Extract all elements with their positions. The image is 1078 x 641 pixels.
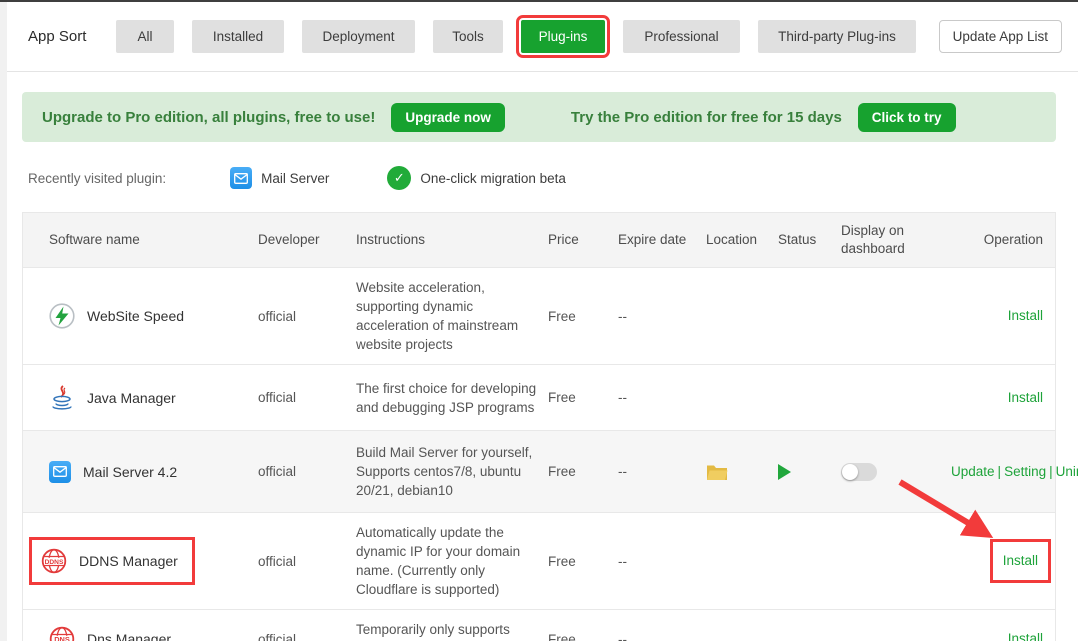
check-icon: ✓ (387, 166, 411, 190)
app-instructions: The first choice for developing and debu… (356, 365, 548, 430)
app-sort-label: App Sort (28, 28, 116, 45)
app-expire-date: -- (618, 268, 706, 364)
recently-visited-label: Recently visited plugin: (28, 171, 166, 186)
app-developer: official (258, 431, 356, 512)
recent-plugin-label: One-click migration beta (420, 171, 566, 186)
app-expire-date: -- (618, 513, 706, 609)
table-header-row: Software name Developer Instructions Pri… (23, 213, 1055, 267)
col-location: Location (706, 213, 778, 267)
app-name: WebSite Speed (87, 308, 184, 324)
install-link[interactable]: Install (1008, 306, 1043, 326)
col-instructions: Instructions (356, 213, 548, 267)
annotation-box-install: Install (990, 539, 1051, 583)
filter-tools-button[interactable]: Tools (433, 20, 503, 53)
ddns-manager-icon: DDNS (41, 548, 67, 574)
update-app-list-button[interactable]: Update App List (939, 20, 1062, 53)
page-left-gutter (0, 2, 7, 641)
app-instructions: Website acceleration, supporting dynamic… (356, 268, 548, 364)
table-row-ddns-manager: DDNS DDNS Manager official Automatically… (23, 512, 1055, 609)
setting-link[interactable]: Setting (1004, 464, 1046, 479)
app-name: DDNS Manager (79, 553, 178, 569)
upgrade-message: Upgrade to Pro edition, all plugins, fre… (42, 109, 375, 126)
mail-icon (230, 167, 252, 189)
table-row-website-speed: WebSite Speed official Website accelerat… (23, 267, 1055, 364)
annotation-box-ddns: DDNS DDNS Manager (29, 537, 195, 585)
install-link[interactable]: Install (1003, 553, 1038, 568)
col-price: Price (548, 213, 618, 267)
pro-upgrade-banner: Upgrade to Pro edition, all plugins, fre… (22, 92, 1056, 142)
col-software-name: Software name (23, 213, 258, 267)
filter-deployment-button[interactable]: Deployment (302, 20, 415, 53)
install-link[interactable]: Install (1008, 388, 1043, 408)
mail-icon (49, 461, 71, 483)
svg-text:DDNS: DDNS (45, 559, 64, 566)
app-expire-date: -- (618, 610, 706, 641)
app-store-page: App Sort All Installed Deployment Tools … (0, 0, 1078, 641)
app-price: Free (548, 431, 618, 512)
col-display-on-dashboard: Display on dashboard (841, 213, 951, 267)
app-instructions: Build Mail Server for yourself, Supports… (356, 431, 548, 512)
filter-plugins-button-active[interactable]: Plug-ins (521, 20, 605, 53)
filter-installed-button[interactable]: Installed (192, 20, 284, 53)
app-expire-date: -- (618, 431, 706, 512)
app-name: Dns Manager (87, 631, 171, 641)
install-link[interactable]: Install (1008, 629, 1043, 641)
upgrade-now-button[interactable]: Upgrade now (391, 103, 505, 132)
col-developer: Developer (258, 213, 356, 267)
app-price: Free (548, 268, 618, 364)
website-speed-icon (49, 303, 75, 329)
recent-plugin-mail-server[interactable]: Mail Server (230, 167, 329, 189)
app-expire-date: -- (618, 365, 706, 430)
app-price: Free (548, 610, 618, 641)
update-link[interactable]: Update (951, 464, 995, 479)
app-name: Java Manager (87, 390, 176, 406)
click-to-try-button[interactable]: Click to try (858, 103, 956, 132)
app-price: Free (548, 365, 618, 430)
toggle-knob (842, 464, 858, 480)
app-developer: official (258, 365, 356, 430)
status-running-icon[interactable] (778, 464, 791, 480)
recent-plugin-label: Mail Server (261, 171, 329, 186)
app-developer: official (258, 610, 356, 641)
app-price: Free (548, 513, 618, 609)
recent-plugin-one-click-migration[interactable]: ✓ One-click migration beta (387, 166, 566, 190)
recently-visited-bar: Recently visited plugin: Mail Server ✓ O… (28, 160, 1056, 196)
filter-all-button[interactable]: All (116, 20, 174, 53)
filter-professional-button[interactable]: Professional (623, 20, 740, 53)
app-developer: official (258, 513, 356, 609)
app-sort-toolbar: App Sort All Installed Deployment Tools … (7, 2, 1078, 72)
app-name: Mail Server 4.2 (83, 464, 177, 480)
dns-manager-icon: DNS (49, 626, 75, 641)
col-operation: Operation (951, 213, 1055, 267)
svg-text:DNS: DNS (54, 635, 70, 641)
uninstall-link[interactable]: Uninstall (1056, 464, 1078, 479)
plugin-table: Software name Developer Instructions Pri… (22, 212, 1056, 641)
col-expire-date: Expire date (618, 213, 706, 267)
app-developer: official (258, 268, 356, 364)
trial-message: Try the Pro edition for free for 15 days (571, 109, 842, 126)
folder-icon[interactable] (706, 463, 728, 481)
java-manager-icon (49, 385, 75, 411)
col-status: Status (778, 213, 841, 267)
operation-separator: | (998, 464, 1002, 479)
filter-button-group: All Installed Deployment Tools Plug-ins … (116, 20, 916, 53)
app-instructions: Temporarily only supports centos7 and ab… (356, 610, 548, 641)
filter-thirdparty-button[interactable]: Third-party Plug-ins (758, 20, 916, 53)
app-instructions: Automatically update the dynamic IP for … (356, 513, 548, 609)
table-row-dns-manager: DNS Dns Manager official Temporarily onl… (23, 609, 1055, 641)
operation-separator: | (1049, 464, 1053, 479)
table-row-java-manager: Java Manager official The first choice f… (23, 364, 1055, 430)
table-row-mail-server: Mail Server 4.2 official Build Mail Serv… (23, 430, 1055, 512)
dashboard-toggle-off[interactable] (841, 463, 877, 481)
